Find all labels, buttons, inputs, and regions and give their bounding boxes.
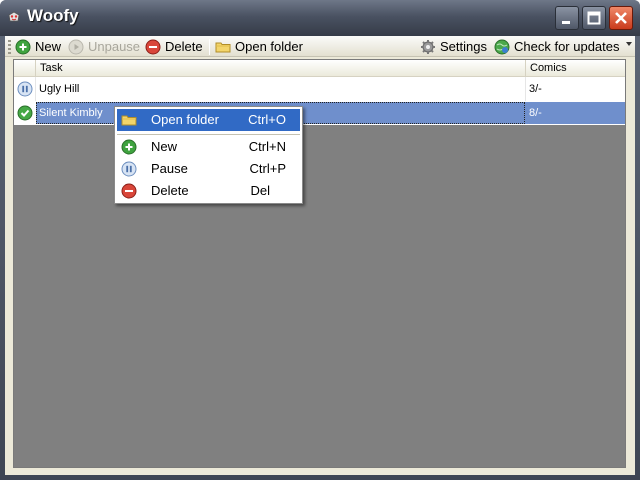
app-window: Woofy New Unpause Delete Open folder Set… (0, 0, 640, 480)
check-updates-button[interactable]: Check for updates (494, 36, 620, 57)
header-state-column[interactable] (14, 60, 36, 77)
toolbar-separator (209, 39, 210, 55)
add-icon (121, 139, 137, 155)
open-folder-label: Open folder (235, 39, 303, 54)
toolbar-grip[interactable] (8, 40, 11, 54)
pause-state-icon (17, 81, 33, 97)
menu-item-label: Pause (151, 161, 188, 176)
pause-icon (121, 161, 137, 177)
menu-item-open-folder[interactable]: Open folder Ctrl+O (117, 109, 300, 131)
settings-label: Settings (440, 39, 487, 54)
delete-button[interactable]: Delete (145, 36, 203, 57)
new-label: New (35, 39, 62, 54)
folder-icon (121, 115, 137, 126)
menu-separator (117, 134, 300, 135)
task-name: Silent Kimbly (39, 107, 103, 119)
open-folder-button[interactable]: Open folder (215, 36, 303, 57)
column-divider (525, 77, 526, 101)
title-bar[interactable]: Woofy (0, 0, 640, 36)
add-icon (15, 39, 31, 54)
table-row[interactable]: Ugly Hill 3/- (14, 77, 625, 101)
toolbar-overflow-icon[interactable] (626, 42, 632, 46)
unpause-label: Unpause (88, 39, 141, 54)
comics-count: 3/- (529, 83, 542, 95)
maximize-icon (587, 11, 601, 25)
window-title: Woofy (27, 6, 79, 25)
close-button[interactable] (609, 6, 633, 30)
menu-item-shortcut: Ctrl+N (248, 139, 286, 154)
settings-button[interactable]: Settings (420, 36, 487, 57)
menu-item-shortcut: Ctrl+P (249, 161, 286, 176)
check-updates-label: Check for updates (514, 39, 620, 54)
play-icon (68, 39, 84, 54)
menu-item-label: Open folder (151, 112, 219, 127)
close-icon (615, 12, 627, 24)
comics-count: 8/- (529, 107, 542, 119)
minimize-icon (562, 21, 570, 24)
check-state-icon (17, 105, 33, 121)
menu-item-pause[interactable]: Pause Ctrl+P (117, 158, 300, 180)
menu-item-label: New (151, 139, 178, 154)
client-area: New Unpause Delete Open folder Settings … (5, 36, 635, 475)
table-row[interactable]: Silent Kimbly 8/- (14, 101, 625, 125)
unpause-button[interactable]: Unpause (68, 36, 140, 57)
header-comics[interactable]: Comics (526, 60, 625, 77)
column-divider (35, 77, 36, 101)
delete-icon (145, 39, 161, 54)
delete-icon (121, 183, 137, 199)
context-menu: Open folder Ctrl+O New Ctrl+N Pause Ctrl… (114, 106, 303, 204)
menu-item-delete[interactable]: Delete Del (117, 180, 300, 202)
folder-icon (215, 42, 231, 52)
task-list[interactable]: Task Comics Ugly Hill 3/- Silent Kimbly (13, 59, 626, 468)
menu-item-shortcut: Del (250, 183, 270, 198)
minimize-button[interactable] (555, 6, 579, 30)
header-task[interactable]: Task (36, 60, 526, 77)
task-name: Ugly Hill (39, 83, 80, 95)
menu-item-label: Delete (151, 183, 189, 198)
maximize-button[interactable] (582, 6, 606, 30)
new-button[interactable]: New (15, 36, 61, 57)
gear-icon (421, 39, 435, 54)
globe-update-icon (494, 39, 510, 54)
list-header: Task Comics (14, 60, 625, 77)
menu-item-shortcut: Ctrl+O (248, 112, 286, 127)
delete-label: Delete (165, 39, 203, 54)
app-logo-icon (8, 11, 20, 22)
toolbar: New Unpause Delete Open folder Settings … (5, 36, 635, 57)
menu-item-new[interactable]: New Ctrl+N (117, 136, 300, 158)
